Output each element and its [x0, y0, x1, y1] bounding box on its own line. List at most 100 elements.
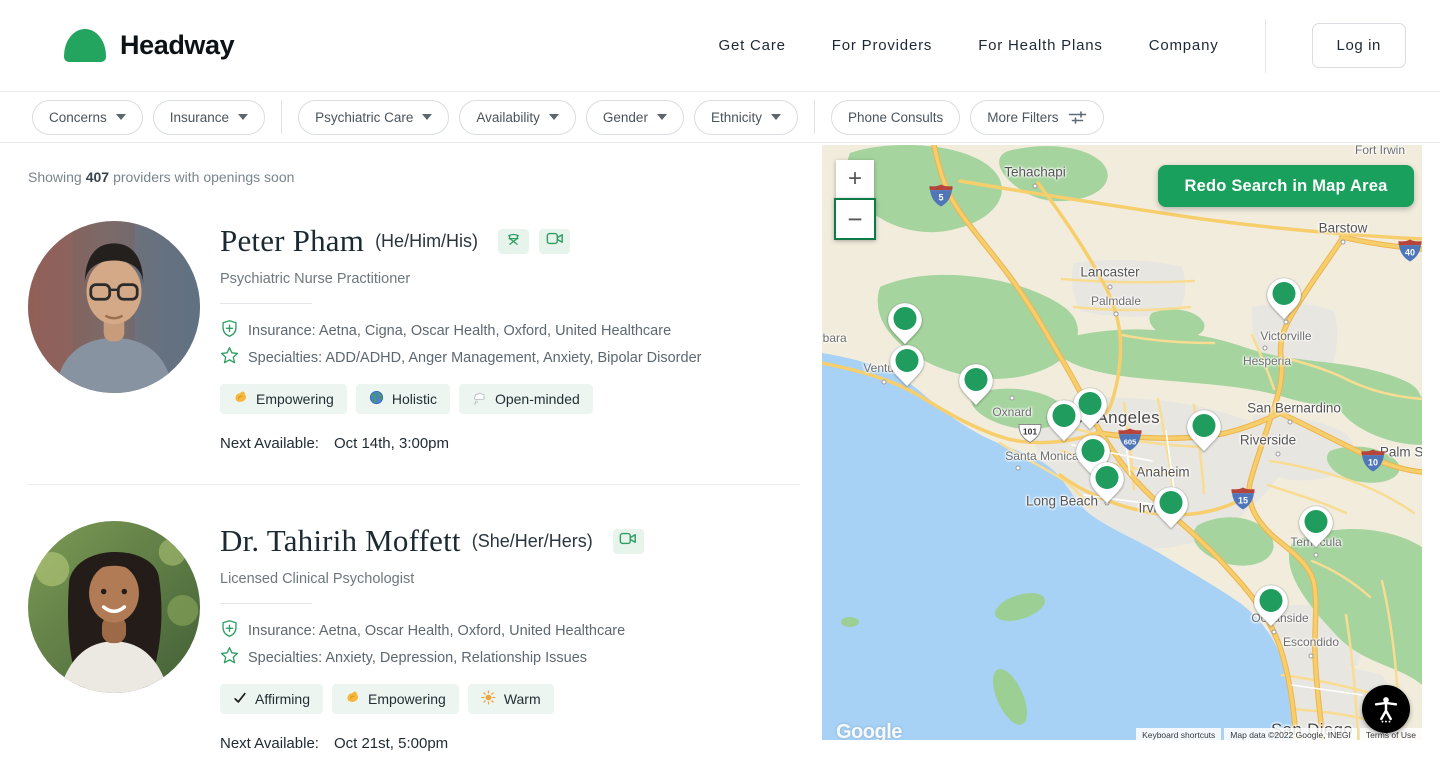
headway-logo[interactable]: Headway — [64, 29, 234, 62]
provider-card-body: Peter Pham(He/Him/His)Psychiatric Nurse … — [220, 221, 701, 452]
provider-name: Dr. Tahirih Moffett — [220, 523, 461, 559]
map-provider-pin[interactable] — [1253, 584, 1289, 628]
filter-pill-ethnicity[interactable]: Ethnicity — [694, 100, 798, 135]
filter-group-divider — [281, 100, 282, 134]
google-logo[interactable]: Google — [836, 721, 902, 740]
map-provider-pin[interactable] — [1298, 505, 1334, 549]
filter-pill-label: Concerns — [49, 110, 107, 125]
map-city-dot — [1341, 240, 1346, 245]
provider-mini-divider — [220, 603, 312, 604]
nav-item-company[interactable]: Company — [1149, 37, 1219, 54]
next-available-value: Oct 14th, 3:00pm — [334, 435, 449, 452]
map-city-dot — [1010, 396, 1015, 401]
check-icon — [233, 691, 247, 708]
accessibility-person-icon — [1372, 695, 1400, 723]
map-city-dot — [1288, 420, 1293, 425]
results-count-bar: Showing407providers with openings soon — [28, 169, 822, 185]
nav-item-for-providers[interactable]: For Providers — [832, 37, 932, 54]
filter-pill-more-filters[interactable]: More Filters — [970, 100, 1103, 135]
filter-pill-gender[interactable]: Gender — [586, 100, 684, 135]
filter-pill-label: Phone Consults — [848, 110, 943, 125]
flex-icon — [345, 690, 360, 708]
filter-pill-label: Psychiatric Care — [315, 110, 413, 125]
insurance-row: Insurance: Aetna, Oscar Health, Oxford, … — [220, 617, 644, 644]
svg-text:101: 101 — [1023, 427, 1037, 437]
trait-tag-affirming: Affirming — [220, 684, 323, 714]
trait-tag-label: Warm — [504, 691, 541, 707]
next-available-label: Next Available: — [220, 735, 319, 752]
accessibility-widget-button[interactable] — [1362, 685, 1410, 733]
interstate-10-shield-icon: 10 — [1361, 450, 1386, 477]
login-button[interactable]: Log in — [1312, 23, 1406, 68]
session-type-badges — [613, 529, 644, 554]
video-icon — [546, 231, 564, 251]
map-zoom-in-button[interactable]: + — [836, 160, 874, 198]
map-city-dot — [1033, 184, 1038, 189]
map-city-dot — [1263, 346, 1268, 351]
provider-list-panel: Showing407providers with openings soon P… — [0, 143, 822, 752]
trait-tag-label: Empowering — [256, 391, 334, 407]
filter-pill-psychiatric-care[interactable]: Psychiatric Care — [298, 100, 449, 135]
svg-text:15: 15 — [1238, 495, 1248, 505]
map-city-dot — [1314, 553, 1319, 558]
provider-card-body: Dr. Tahirih Moffett (She/Her/Hers) License… — [220, 521, 644, 752]
chevron-down-icon — [549, 114, 559, 120]
map-provider-pin[interactable] — [889, 344, 925, 388]
next-available-label: Next Available: — [220, 435, 319, 452]
map-provider-pin[interactable] — [1186, 409, 1222, 453]
map-provider-pin[interactable] — [958, 363, 994, 407]
filter-pill-concerns[interactable]: Concerns — [32, 100, 143, 135]
provider-pronouns: (She/Her/Hers) — [472, 531, 593, 552]
map-provider-pin[interactable] — [1153, 486, 1189, 530]
filter-pill-label: Gender — [603, 110, 648, 125]
interstate-15-shield-icon: 15 — [1231, 488, 1256, 515]
interstate-5-shield-icon: 5 — [929, 185, 954, 212]
nav-divider — [1265, 19, 1266, 73]
results-count: 407 — [86, 169, 109, 185]
provider-pronouns: (He/Him/His) — [375, 231, 478, 252]
provider-card[interactable]: Dr. Tahirih Moffett (She/Her/Hers) License… — [0, 485, 822, 752]
trait-tag-open-minded: Open-minded — [459, 384, 593, 414]
chevron-down-icon — [116, 114, 126, 120]
map-city-dot — [882, 380, 887, 385]
filter-pill-phone-consults[interactable]: Phone Consults — [831, 100, 960, 135]
map-zoom-out-button[interactable]: − — [834, 198, 876, 240]
nav-item-for-health-plans[interactable]: For Health Plans — [978, 37, 1103, 54]
map-city-dot — [1114, 312, 1119, 317]
headway-logo-icon — [64, 29, 106, 62]
trait-tag-label: Affirming — [255, 691, 310, 707]
insurance-text: Insurance: Aetna, Oscar Health, Oxford, … — [248, 623, 625, 639]
chevron-down-icon — [238, 114, 248, 120]
video-session-badge — [539, 229, 570, 254]
map-city-dot — [1016, 466, 1021, 471]
map-provider-pin[interactable] — [1266, 277, 1302, 321]
map-panel[interactable]: Fort IrwinTehachapiBarstowLancasterPalmd… — [822, 145, 1422, 740]
map-attribution-link[interactable]: Map data ©2022 Google, INEGI — [1224, 728, 1357, 740]
trait-tag-holistic: Holistic — [356, 384, 450, 414]
map-city-dot — [1108, 285, 1113, 290]
nav-item-get-care[interactable]: Get Care — [719, 37, 786, 54]
filter-pill-insurance[interactable]: Insurance — [153, 100, 265, 135]
session-type-badges — [498, 229, 570, 254]
provider-mini-divider — [220, 303, 312, 304]
insurance-row: Insurance: Aetna, Cigna, Oscar Health, O… — [220, 317, 701, 344]
svg-text:10: 10 — [1368, 457, 1378, 467]
map-provider-pin[interactable] — [887, 302, 923, 346]
map-attribution-link[interactable]: Keyboard shortcuts — [1136, 728, 1221, 740]
provider-name-row: Dr. Tahirih Moffett (She/Her/Hers) — [220, 523, 644, 559]
filter-lines-icon — [1068, 111, 1087, 124]
filter-pill-availability[interactable]: Availability — [459, 100, 576, 135]
trait-tag-empowering: Empowering — [332, 684, 459, 714]
in-person-badge — [498, 229, 529, 254]
provider-card[interactable]: Peter Pham(He/Him/His)Psychiatric Nurse … — [0, 185, 822, 452]
trait-tags: Affirming Empowering Warm — [220, 684, 644, 714]
redo-search-button[interactable]: Redo Search in Map Area — [1158, 165, 1414, 207]
map-provider-pin[interactable] — [1089, 461, 1125, 505]
shield-plus-icon — [220, 319, 239, 342]
next-available-value: Oct 21st, 5:00pm — [334, 735, 448, 752]
next-available-row: Next Available: Oct 14th, 3:00pm — [220, 435, 701, 452]
provider-title: Licensed Clinical Psychologist — [220, 571, 644, 587]
provider-title: Psychiatric Nurse Practitioner — [220, 271, 701, 287]
interstate-40-shield-icon: 40 — [1398, 240, 1423, 267]
map-city-dot — [1272, 630, 1277, 635]
